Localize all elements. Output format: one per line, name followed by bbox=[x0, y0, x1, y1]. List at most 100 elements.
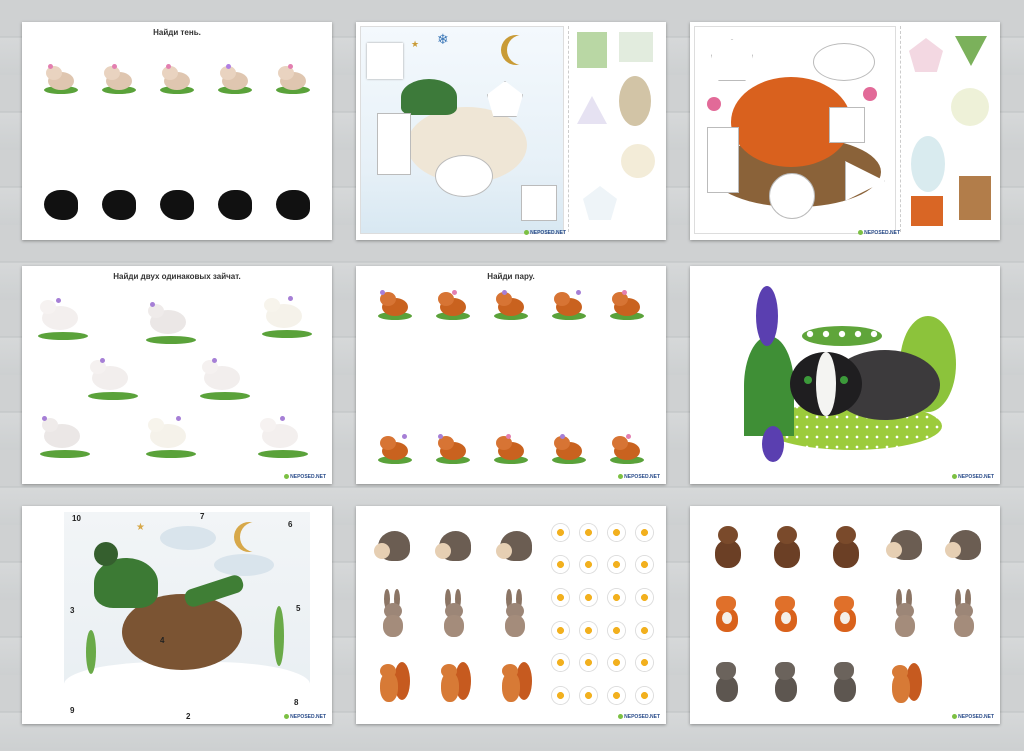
rabbit-icon[interactable] bbox=[890, 589, 920, 639]
daisy-icon[interactable] bbox=[579, 523, 597, 541]
hedgehog-icon[interactable] bbox=[373, 527, 412, 567]
piece[interactable] bbox=[577, 32, 607, 68]
squirrel-icon[interactable] bbox=[436, 290, 470, 320]
daisy-icon[interactable] bbox=[607, 654, 625, 672]
daisy-icon[interactable] bbox=[607, 523, 625, 541]
wolf-icon[interactable] bbox=[828, 660, 864, 704]
find-pair-card[interactable]: Найди пару. NEPOSED.NET bbox=[356, 266, 666, 484]
squirrel-icon[interactable] bbox=[610, 290, 644, 320]
fox-icon[interactable] bbox=[828, 594, 864, 634]
daisy-icon[interactable] bbox=[579, 687, 597, 705]
rabbit-icon[interactable] bbox=[146, 416, 196, 458]
rabbit-icon[interactable] bbox=[378, 588, 408, 639]
badger-card[interactable]: NEPOSED.NET bbox=[690, 266, 1000, 484]
piece[interactable] bbox=[621, 144, 655, 178]
piece[interactable] bbox=[955, 36, 987, 66]
daisy-icon[interactable] bbox=[635, 621, 653, 639]
squirrel-icon[interactable] bbox=[552, 290, 586, 320]
square-slot[interactable] bbox=[521, 185, 557, 221]
rectangle-slot[interactable] bbox=[707, 127, 739, 193]
bear-shape-puzzle-card[interactable]: ❄ ★ NEPOSED.NET bbox=[356, 22, 666, 240]
daisy-icon[interactable] bbox=[635, 523, 653, 541]
fox-icon[interactable] bbox=[710, 594, 746, 634]
piece[interactable] bbox=[911, 136, 945, 192]
squirrel-icon[interactable] bbox=[376, 658, 410, 704]
daisy-icon[interactable] bbox=[551, 556, 569, 574]
daisy-icon[interactable] bbox=[635, 654, 653, 672]
daisy-icon[interactable] bbox=[551, 654, 569, 672]
oval-slot[interactable] bbox=[813, 43, 875, 81]
shadow-worksheet-card[interactable]: Найди тень. bbox=[22, 22, 332, 240]
piece[interactable] bbox=[619, 32, 653, 62]
shadow-icon[interactable] bbox=[44, 190, 78, 220]
piece[interactable] bbox=[951, 88, 989, 126]
shadow-icon[interactable] bbox=[102, 190, 136, 220]
squirrel-icon[interactable] bbox=[552, 434, 586, 464]
shadow-icon[interactable] bbox=[276, 190, 310, 220]
shadow-icon[interactable] bbox=[218, 190, 252, 220]
identical-bunnies-card[interactable]: Найди двух одинаковых зайчат. NEPOSED.NE… bbox=[22, 266, 332, 484]
triangle-slot[interactable] bbox=[367, 43, 403, 79]
squirrel-icon[interactable] bbox=[494, 290, 528, 320]
rabbit-icon[interactable] bbox=[439, 588, 469, 639]
shadow-icon[interactable] bbox=[160, 190, 194, 220]
numbered-puzzle-card[interactable]: ★ 10 7 6 3 5 4 9 2 8 NEPOSED.NET bbox=[22, 506, 332, 724]
daisy-icon[interactable] bbox=[579, 589, 597, 607]
squirrel-shape-puzzle-card[interactable]: NEPOSED.NET bbox=[690, 22, 1000, 240]
daisy-icon[interactable] bbox=[551, 589, 569, 607]
daisy-icon[interactable] bbox=[579, 654, 597, 672]
daisy-icon[interactable] bbox=[635, 687, 653, 705]
daisy-icon[interactable] bbox=[635, 556, 653, 574]
daisy-icon[interactable] bbox=[551, 687, 569, 705]
piece[interactable] bbox=[909, 38, 943, 72]
piece[interactable] bbox=[577, 96, 607, 124]
rectangle-slot[interactable] bbox=[377, 113, 411, 175]
rabbit-icon[interactable] bbox=[200, 358, 250, 400]
squirrel-icon[interactable] bbox=[437, 658, 471, 704]
bear-icon[interactable] bbox=[829, 524, 863, 568]
bear-icon[interactable] bbox=[770, 524, 804, 568]
square-slot[interactable] bbox=[829, 107, 865, 143]
piece[interactable] bbox=[583, 186, 617, 220]
squirrel-icon[interactable] bbox=[436, 434, 470, 464]
squirrel-icon[interactable] bbox=[610, 434, 644, 464]
daisy-icon[interactable] bbox=[607, 589, 625, 607]
squirrel-icon[interactable] bbox=[378, 290, 412, 320]
pentagon-slot[interactable] bbox=[487, 81, 523, 117]
hedgehog-icon[interactable] bbox=[496, 527, 534, 567]
piece[interactable] bbox=[619, 76, 651, 126]
daisy-icon[interactable] bbox=[607, 687, 625, 705]
wolf-icon[interactable] bbox=[769, 660, 805, 704]
piece[interactable] bbox=[911, 196, 943, 226]
daisy-icon[interactable] bbox=[607, 621, 625, 639]
daisy-icon[interactable] bbox=[579, 556, 597, 574]
piece[interactable] bbox=[959, 176, 991, 220]
daisy-icon[interactable] bbox=[635, 589, 653, 607]
wolf-icon[interactable] bbox=[710, 660, 746, 704]
daisy-icon[interactable] bbox=[551, 621, 569, 639]
squirrel-icon[interactable] bbox=[494, 434, 528, 464]
circle-slot[interactable] bbox=[769, 173, 815, 219]
rabbit-icon[interactable] bbox=[500, 588, 530, 639]
oval-slot[interactable] bbox=[435, 155, 493, 197]
hedgehog-icon[interactable] bbox=[945, 526, 983, 566]
rabbit-icon[interactable] bbox=[88, 358, 138, 400]
rabbit-icon[interactable] bbox=[146, 302, 196, 344]
bear-icon[interactable] bbox=[711, 524, 745, 568]
squirrel-icon[interactable] bbox=[888, 659, 923, 705]
hedgehog-icon[interactable] bbox=[434, 527, 473, 567]
squirrel-icon[interactable] bbox=[378, 434, 412, 464]
pentagon-slot[interactable] bbox=[711, 39, 753, 81]
fox-icon[interactable] bbox=[769, 594, 805, 634]
counting-cards-card[interactable]: NEPOSED.NET bbox=[356, 506, 666, 724]
rabbit-icon[interactable] bbox=[949, 589, 979, 639]
rabbit-icon[interactable] bbox=[258, 416, 308, 458]
forest-animals-card[interactable]: NEPOSED.NET bbox=[690, 506, 1000, 724]
rabbit-icon[interactable] bbox=[38, 298, 88, 340]
hedgehog-icon[interactable] bbox=[886, 526, 924, 566]
rabbit-icon[interactable] bbox=[262, 296, 312, 338]
daisy-icon[interactable] bbox=[551, 523, 569, 541]
squirrel-icon[interactable] bbox=[498, 658, 533, 704]
rabbit-icon[interactable] bbox=[40, 416, 90, 458]
daisy-icon[interactable] bbox=[579, 621, 597, 639]
